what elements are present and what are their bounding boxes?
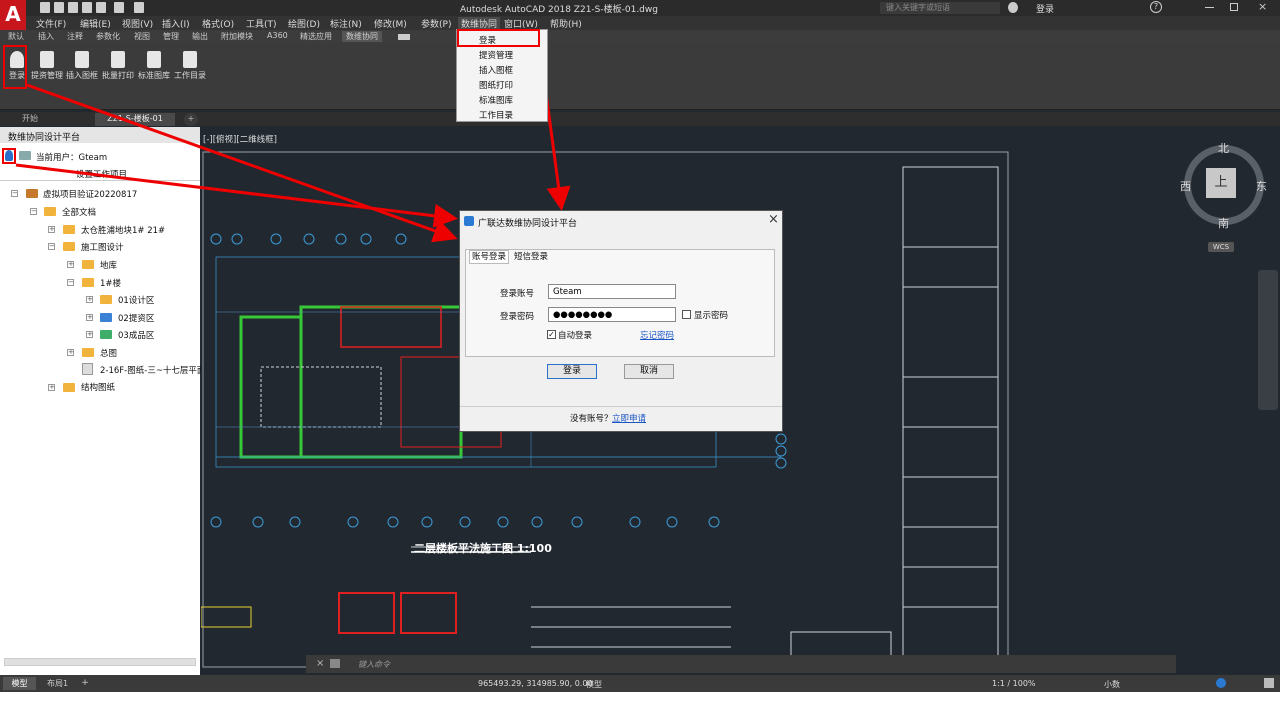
cancel-button[interactable]: 取消 [624,364,674,379]
auto-login-label: 自动登录 [558,331,593,341]
dropdown-print[interactable]: 图纸打印 [479,79,513,91]
show-password-label: 显示密码 [694,311,729,321]
tab-account-login[interactable]: 账号登录 [469,250,509,264]
dialog-title: 广联达数维协同设计平台 [478,219,578,229]
dropdown-work-dir[interactable]: 工作目录 [479,109,513,121]
apply-link[interactable]: 立即申请 [612,412,646,424]
tab-layout1[interactable]: 布局1 [40,677,75,690]
model-space-toggle[interactable]: 模型 [586,679,602,690]
status-bar: 模型 布局1 + 965493.29, 314985.90, 0.00 模型 1… [0,675,1280,692]
highlight-dropdown-login [457,29,540,47]
dropdown-insert-frame[interactable]: 插入图框 [479,64,513,76]
tab-sms-login[interactable]: 短信登录 [511,251,551,264]
customize-icon[interactable] [1264,678,1274,688]
dropdown-library[interactable]: 标准图库 [479,94,513,106]
auto-login-checkbox[interactable]: ✓ [547,330,556,339]
dialog-divider [460,406,782,407]
tab-model[interactable]: 模型 [3,677,36,690]
login-dialog: 广联达数维协同设计平台 × 账号登录 短信登录 登录账号 登录密码 显示密码 ✓… [459,210,783,432]
login-button[interactable]: 登录 [547,364,597,379]
forgot-password-link[interactable]: 忘记密码 [640,329,674,341]
taskbar-area [0,692,1280,720]
dropdown-tizi[interactable]: 提资管理 [479,49,513,61]
isolate-icon[interactable] [1216,678,1226,688]
add-layout-button[interactable]: + [78,677,92,690]
close-icon[interactable]: × [768,212,779,227]
password-input[interactable] [548,307,676,322]
password-label: 登录密码 [500,312,535,322]
no-account-label: 没有账号？ [570,414,613,424]
annotation-scale[interactable]: 1:1 / 100% [992,679,1036,688]
account-input[interactable] [548,284,676,299]
show-password-checkbox[interactable] [682,310,691,319]
app-icon [464,216,474,226]
account-label: 登录账号 [500,289,535,299]
units-selector[interactable]: 小数 [1104,679,1120,690]
coordinates-readout: 965493.29, 314985.90, 0.00 [478,679,593,688]
login-tab-panel [465,249,775,357]
